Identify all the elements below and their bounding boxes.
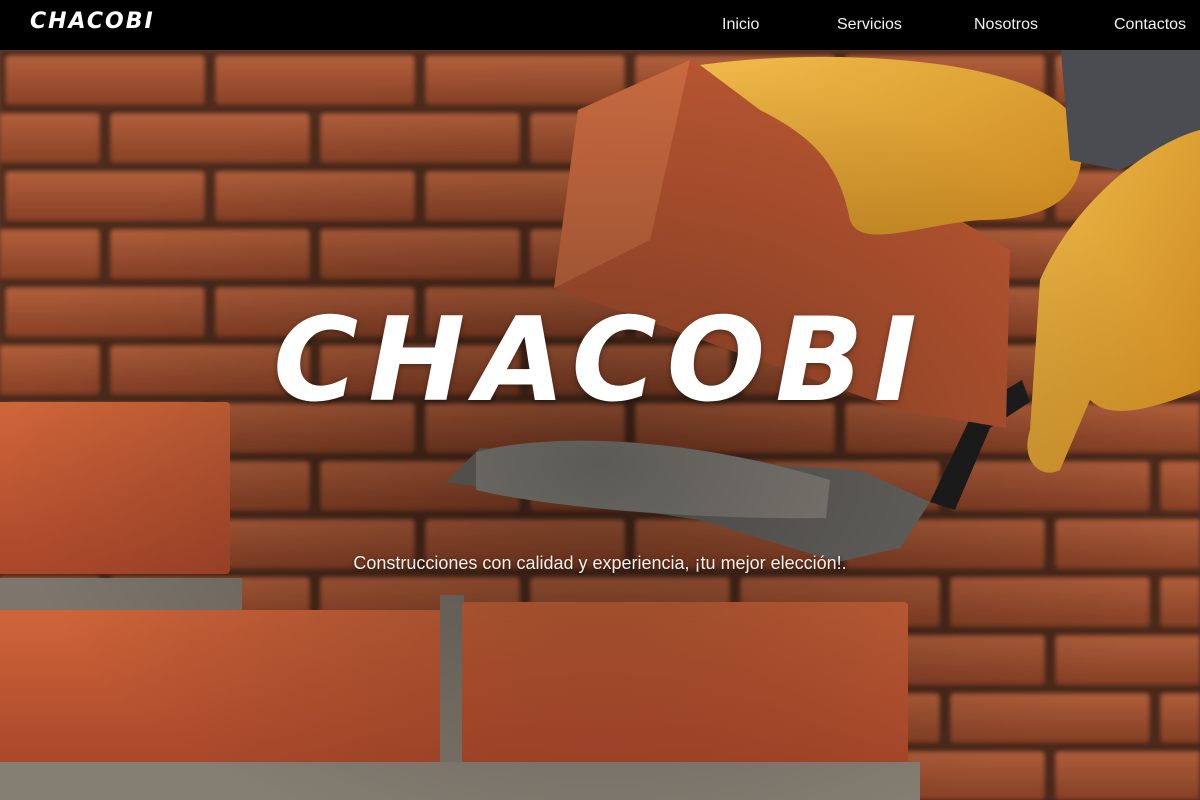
nav-link-contactos[interactable]: Contactos	[1114, 16, 1186, 34]
hero-title: CHACOBI	[273, 293, 927, 428]
nav-link-inicio[interactable]: Inicio	[722, 16, 759, 34]
nav-link-nosotros[interactable]: Nosotros	[974, 16, 1038, 34]
nav-link-servicios[interactable]: Servicios	[837, 16, 902, 34]
top-navbar: CHACOBI Inicio Servicios Nosotros Contac…	[0, 0, 1200, 50]
brand-logo[interactable]: CHACOBI	[30, 9, 155, 34]
hero-tagline: Construcciones con calidad y experiencia…	[353, 553, 847, 573]
hero-section: CHACOBI Construcciones con calidad y exp…	[0, 50, 1200, 800]
